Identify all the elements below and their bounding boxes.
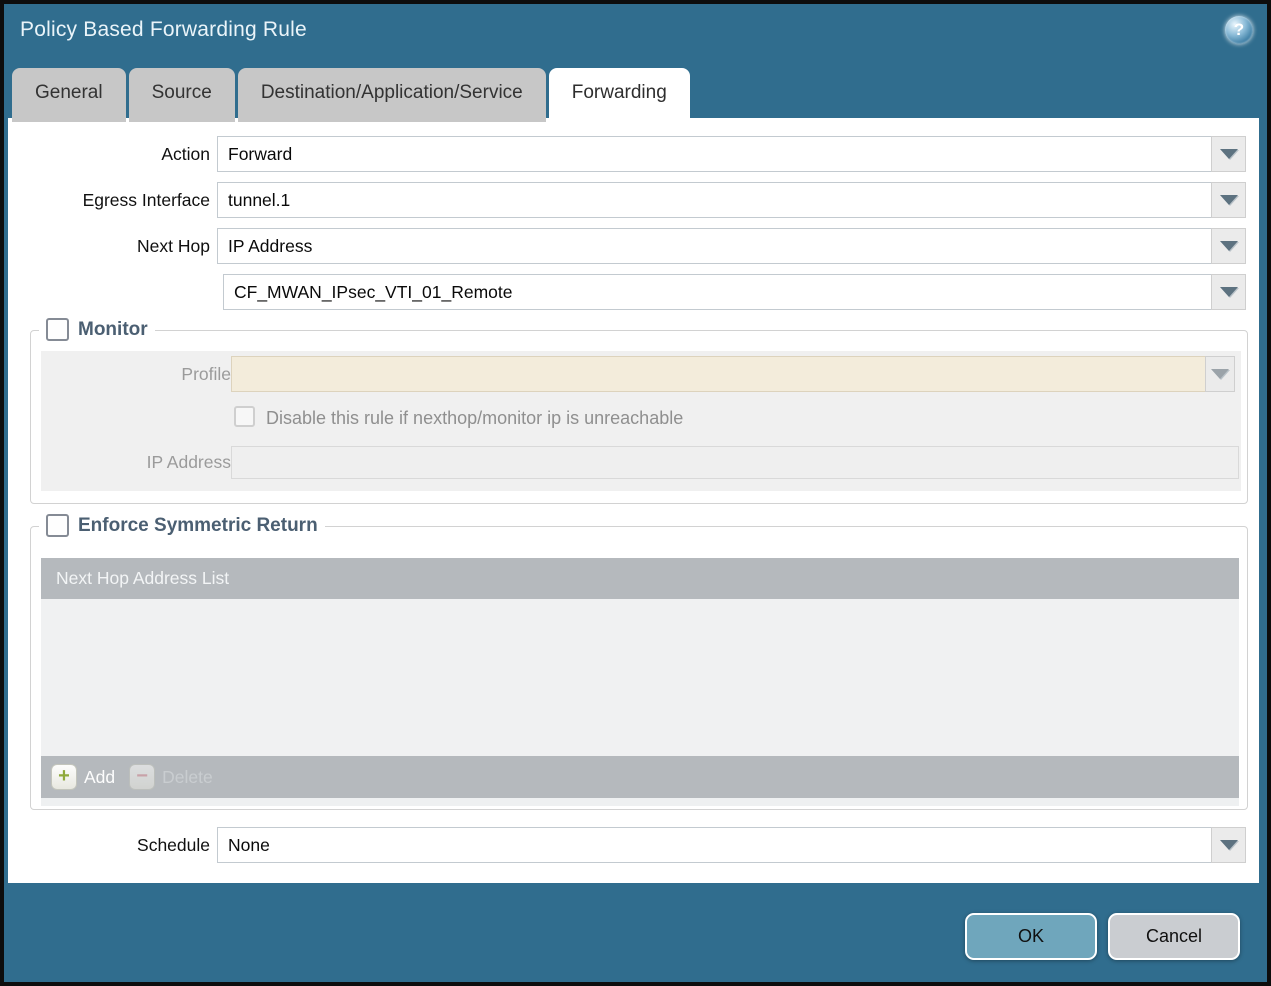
table-toolbar: + Add − Delete <box>41 756 1239 798</box>
symmetric-return-checkbox[interactable] <box>46 514 69 537</box>
action-dropdown-button[interactable] <box>1211 136 1246 172</box>
forwarding-tab-panel: Action Egress Interface Next Hop Monitor <box>8 118 1259 883</box>
next-hop-address-dropdown-button[interactable] <box>1211 274 1246 310</box>
tab-general[interactable]: General <box>12 68 126 122</box>
add-button[interactable]: + Add <box>51 764 115 790</box>
schedule-dropdown-button[interactable] <box>1211 827 1246 863</box>
monitor-checkbox[interactable] <box>46 318 69 341</box>
disable-rule-checkbox <box>234 406 255 427</box>
profile-input <box>231 356 1206 392</box>
next-hop-label: Next Hop <box>137 236 210 256</box>
egress-interface-input[interactable] <box>217 182 1212 218</box>
monitor-ip-address-input <box>231 446 1239 479</box>
chevron-down-icon <box>1219 149 1238 159</box>
tab-bar: General Source Destination/Application/S… <box>12 68 690 122</box>
monitor-ip-address-label: IP Address <box>146 452 231 472</box>
tab-destination-application-service[interactable]: Destination/Application/Service <box>237 68 546 122</box>
table-header-next-hop-address-list: Next Hop Address List <box>41 558 1239 599</box>
tab-forwarding[interactable]: Forwarding <box>548 68 690 122</box>
profile-dropdown-button <box>1205 356 1235 392</box>
table-bottom-strip <box>41 798 1239 806</box>
chevron-down-icon <box>1219 287 1238 297</box>
symmetric-return-group: Enforce Symmetric Return Next Hop Addres… <box>30 514 1248 810</box>
delete-button: − Delete <box>129 764 213 790</box>
monitor-body: Profile Disable this rule if nexthop/mon… <box>41 351 1241 491</box>
profile-label: Profile <box>181 364 231 384</box>
egress-interface-label: Egress Interface <box>82 190 210 210</box>
monitor-legend-label: Monitor <box>78 318 148 340</box>
policy-based-forwarding-dialog: Policy Based Forwarding Rule ? General S… <box>0 0 1271 986</box>
dialog-title: Policy Based Forwarding Rule <box>20 18 307 41</box>
monitor-legend: Monitor <box>39 318 155 341</box>
chevron-down-icon <box>1219 241 1238 251</box>
monitor-group: Monitor Profile Disable this rule if nex… <box>30 318 1248 504</box>
next-hop-type-dropdown-button[interactable] <box>1211 228 1246 264</box>
schedule-input[interactable] <box>217 827 1212 863</box>
action-label: Action <box>161 144 210 164</box>
minus-icon: − <box>129 764 156 790</box>
schedule-label: Schedule <box>137 835 210 855</box>
next-hop-address-list-table: Next Hop Address List + Add − Delete <box>41 558 1239 806</box>
chevron-down-icon <box>1219 195 1238 205</box>
symmetric-return-legend-label: Enforce Symmetric Return <box>78 514 318 536</box>
next-hop-address-input[interactable] <box>223 274 1212 310</box>
ok-button[interactable]: OK <box>965 913 1097 960</box>
chevron-down-icon <box>1211 369 1229 379</box>
delete-button-label: Delete <box>162 766 213 787</box>
table-body[interactable] <box>41 599 1239 756</box>
next-hop-type-input[interactable] <box>217 228 1212 264</box>
plus-icon: + <box>51 764 77 790</box>
chevron-down-icon <box>1219 840 1238 850</box>
add-button-label: Add <box>84 766 116 787</box>
action-input[interactable] <box>217 136 1212 172</box>
cancel-button[interactable]: Cancel <box>1108 913 1240 960</box>
tab-source[interactable]: Source <box>128 68 235 122</box>
egress-interface-dropdown-button[interactable] <box>1211 182 1246 218</box>
symmetric-return-legend: Enforce Symmetric Return <box>39 514 325 537</box>
help-icon[interactable]: ? <box>1225 16 1253 44</box>
disable-rule-label: Disable this rule if nexthop/monitor ip … <box>266 408 684 428</box>
